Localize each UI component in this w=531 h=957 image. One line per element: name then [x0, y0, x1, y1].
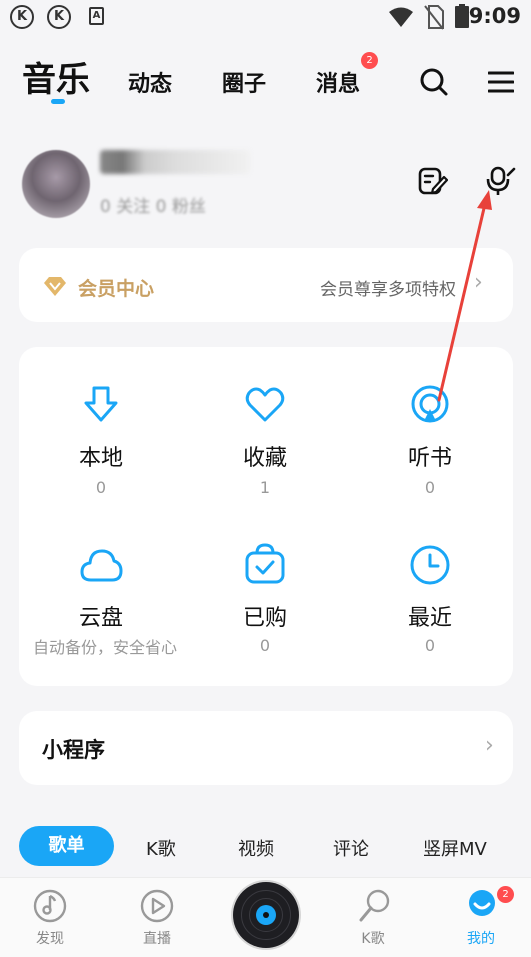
music-note-icon[interactable]	[32, 888, 68, 924]
segment-vertical-mv[interactable]: 竖屏MV	[423, 835, 487, 861]
k-app-icon: K	[10, 5, 34, 29]
clock-time: 9:09	[468, 4, 521, 28]
a-notification-icon: A	[89, 7, 104, 25]
microphone-icon[interactable]	[356, 888, 392, 924]
local-music-label[interactable]: 本地	[41, 440, 161, 472]
vinyl-disc-icon[interactable]	[233, 882, 299, 948]
cloud-disk-subtitle: 自动备份，安全省心	[32, 638, 177, 657]
wifi-icon	[389, 7, 413, 27]
segment-karaoke[interactable]: K歌	[146, 835, 176, 861]
live-play-icon[interactable]	[139, 888, 175, 924]
favorites-label[interactable]: 收藏	[205, 440, 325, 472]
messages-badge: 2	[361, 52, 378, 69]
nav-live-label[interactable]: 直播	[127, 928, 187, 948]
avatar[interactable]	[22, 150, 90, 218]
vip-center-label: 会员中心	[78, 278, 155, 300]
cloud-disk-label[interactable]: 云盘	[41, 600, 161, 632]
tab-messages[interactable]: 消息	[316, 66, 360, 98]
purchased-icon[interactable]	[243, 543, 287, 587]
recent-count: 0	[424, 636, 436, 655]
username-blurred[interactable]	[100, 150, 250, 174]
k-app-icon: K	[47, 5, 71, 29]
vip-diamond-icon	[44, 277, 66, 296]
download-icon[interactable]	[79, 383, 123, 427]
clock-icon[interactable]	[408, 543, 452, 587]
tab-active-indicator	[51, 99, 65, 104]
follow-stats[interactable]: 0 关注 0 粉丝	[100, 192, 206, 217]
purchased-label[interactable]: 已购	[205, 600, 325, 632]
favorites-count: 1	[259, 478, 271, 497]
segment-videos[interactable]: 视频	[238, 835, 274, 861]
profile-badge: 2	[497, 886, 514, 903]
nav-mine-label[interactable]: 我的	[451, 928, 511, 948]
local-music-count: 0	[95, 478, 107, 497]
purchased-count: 0	[259, 636, 271, 655]
battery-icon	[455, 4, 469, 28]
nav-karaoke-label[interactable]: K歌	[343, 928, 403, 948]
search-icon[interactable]	[419, 67, 449, 97]
audiobook-label[interactable]: 听书	[370, 440, 490, 472]
chevron-right-icon: ›	[485, 733, 494, 758]
segment-comments[interactable]: 评论	[333, 835, 369, 861]
tab-circles[interactable]: 圈子	[222, 66, 266, 98]
annotation-arrow	[437, 190, 492, 402]
mini-program-label: 小程序	[42, 738, 105, 762]
tab-dynamics[interactable]: 动态	[128, 66, 172, 98]
recent-label[interactable]: 最近	[370, 600, 490, 632]
profile-icon[interactable]	[467, 888, 497, 918]
menu-icon[interactable]	[488, 70, 514, 94]
nav-discover-label[interactable]: 发现	[20, 928, 80, 948]
heart-icon[interactable]	[243, 383, 287, 427]
no-sim-icon	[424, 5, 444, 30]
audiobook-count: 0	[424, 478, 436, 497]
status-bar: K K A 9:09	[0, 0, 531, 34]
cloud-icon[interactable]	[79, 543, 123, 587]
tab-music[interactable]: 音乐	[22, 52, 90, 101]
segment-playlists[interactable]: 歌单	[19, 826, 114, 866]
